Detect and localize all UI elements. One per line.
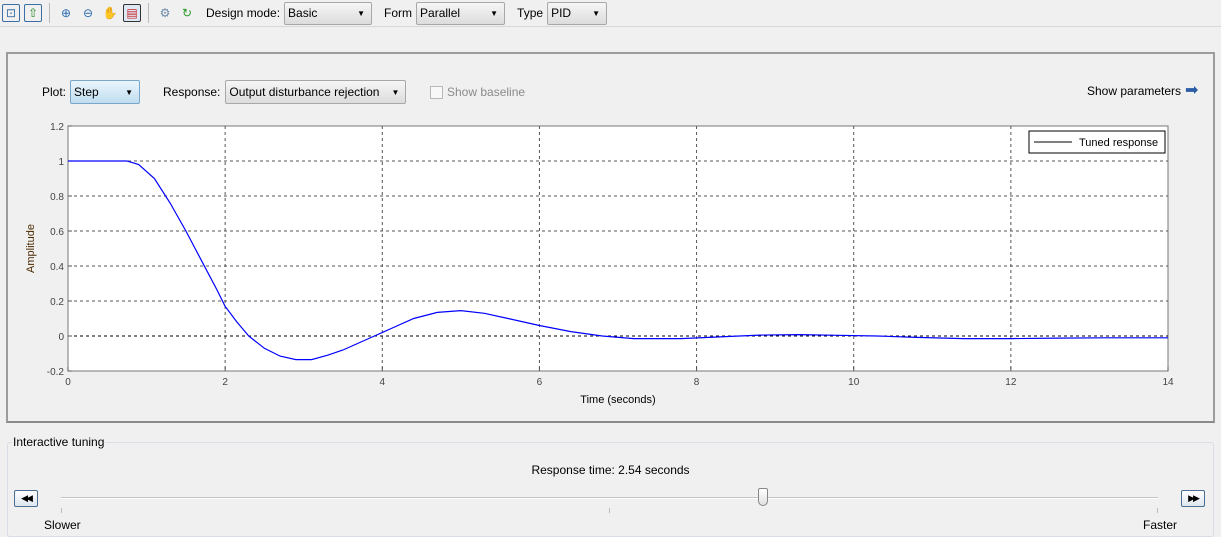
x-tick-label: 14	[1162, 377, 1174, 388]
x-tick-label: 6	[537, 377, 543, 388]
y-tick-label: 0.4	[50, 262, 64, 273]
slider-tick	[1157, 508, 1158, 513]
slider-tick	[61, 508, 62, 513]
y-tick-label: 0.8	[50, 192, 64, 203]
faster-label: Faster	[1143, 518, 1178, 532]
rewind-icon: ◀◀	[21, 493, 33, 503]
x-axis-label: Time (seconds)	[580, 394, 655, 406]
y-tick-label: 0	[58, 332, 64, 343]
y-axis-label: Amplitude	[25, 224, 37, 273]
faster-step-button[interactable]: ▶▶	[1181, 490, 1205, 507]
x-tick-label: 0	[65, 377, 71, 388]
x-tick-label: 10	[848, 377, 860, 388]
x-tick-label: 2	[222, 377, 228, 388]
slider-thumb[interactable]	[758, 488, 769, 506]
interactive-tuning-title: Interactive tuning	[12, 435, 106, 449]
x-tick-label: 4	[380, 377, 386, 388]
interactive-tuning-group	[7, 442, 1214, 537]
plot-area	[67, 125, 1169, 372]
fast-forward-icon: ▶▶	[1188, 493, 1200, 503]
y-tick-label: 1	[58, 157, 64, 168]
y-tick-label: 0.2	[50, 297, 64, 308]
step-response-chart: 0 2 4 6 8 10 12 14-0.200.20.40.60.811.2Time (se…	[25, 122, 1174, 406]
y-tick-label: 0.6	[50, 227, 64, 238]
x-tick-label: 12	[1005, 377, 1017, 388]
x-tick-label: 8	[694, 377, 700, 388]
slider-tick	[609, 508, 610, 513]
response-time-slider[interactable]	[61, 497, 1158, 499]
y-tick-label: -0.2	[47, 367, 65, 378]
slower-label: Slower	[44, 518, 81, 532]
slower-step-button[interactable]: ◀◀	[14, 490, 38, 507]
response-time-text: Response time: 2.54 seconds	[531, 463, 690, 477]
legend-label: Tuned response	[1079, 137, 1158, 149]
y-tick-label: 1.2	[50, 122, 64, 133]
